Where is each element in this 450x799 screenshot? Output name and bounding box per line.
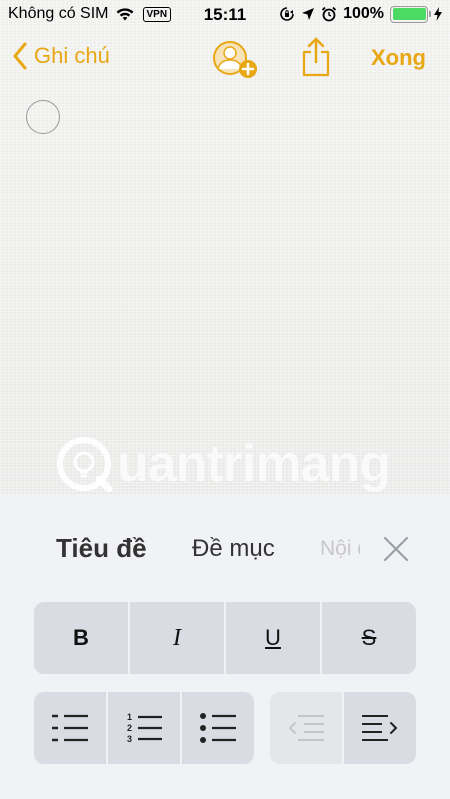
strikethrough-button[interactable]: S bbox=[322, 602, 416, 674]
battery-icon bbox=[390, 5, 431, 23]
strikethrough-label: S bbox=[361, 625, 377, 650]
text-style-row: Tiêu đề Đề mục Nội dung bbox=[0, 525, 450, 573]
share-button[interactable] bbox=[300, 36, 332, 78]
style-body-option[interactable]: Nội dung bbox=[320, 537, 360, 561]
share-icon bbox=[302, 37, 330, 77]
increase-indent-icon bbox=[362, 715, 398, 741]
watermark: uantrimang bbox=[55, 434, 391, 494]
bold-button[interactable]: B bbox=[34, 602, 128, 674]
vpn-badge: VPN bbox=[142, 6, 172, 22]
alarm-icon bbox=[321, 6, 337, 22]
underline-label: U bbox=[265, 625, 281, 650]
battery-level bbox=[392, 8, 426, 20]
text-format-group: B I U S bbox=[34, 602, 416, 674]
navigation-bar: Ghi chú Xong bbox=[0, 32, 450, 88]
format-panel: Tiêu đề Đề mục Nội dung B I U S bbox=[0, 495, 450, 799]
list-number-1: 1 bbox=[127, 712, 132, 722]
chevron-left-icon bbox=[13, 42, 27, 70]
indent-group bbox=[270, 692, 416, 764]
status-bar: Không có SIM VPN 15:11 100% bbox=[0, 0, 450, 30]
style-heading-option[interactable]: Đề mục bbox=[192, 535, 275, 563]
done-button[interactable]: Xong bbox=[371, 45, 426, 71]
bulleted-list-icon bbox=[200, 713, 236, 743]
italic-label: I bbox=[173, 624, 181, 651]
italic-button[interactable]: I bbox=[130, 602, 224, 674]
carrier-label: Không có SIM bbox=[8, 5, 109, 22]
back-label: Ghi chú bbox=[34, 43, 110, 68]
decrease-indent-icon bbox=[288, 715, 324, 741]
back-button[interactable]: Ghi chú bbox=[12, 42, 110, 70]
watermark-text: uantrimang bbox=[117, 435, 391, 493]
list-number-2: 2 bbox=[127, 723, 132, 733]
location-icon bbox=[302, 8, 315, 20]
underline-button[interactable]: U bbox=[226, 602, 320, 674]
dashed-list-button[interactable] bbox=[34, 692, 106, 764]
screen-rotation-lock-icon bbox=[280, 7, 294, 21]
close-format-button[interactable] bbox=[381, 534, 411, 564]
add-person-icon bbox=[213, 41, 257, 78]
add-people-button[interactable] bbox=[212, 38, 260, 80]
style-title-option[interactable]: Tiêu đề bbox=[56, 533, 147, 564]
numbered-list-icon: 1 2 3 bbox=[127, 712, 162, 744]
wifi-icon bbox=[116, 8, 133, 21]
decrease-indent-button[interactable] bbox=[270, 692, 342, 764]
charging-icon bbox=[434, 7, 442, 21]
bulleted-list-button[interactable] bbox=[182, 692, 254, 764]
list-number-3: 3 bbox=[127, 734, 132, 744]
close-icon bbox=[383, 536, 409, 562]
battery-percent: 100% bbox=[343, 5, 384, 22]
increase-indent-button[interactable] bbox=[344, 692, 416, 764]
numbered-list-button[interactable]: 1 2 3 bbox=[108, 692, 180, 764]
watermark-logo-icon bbox=[57, 437, 113, 493]
checklist-checkbox[interactable] bbox=[26, 100, 60, 134]
dashed-list-icon bbox=[52, 714, 88, 742]
list-format-group: 1 2 3 bbox=[34, 692, 254, 764]
bold-label: B bbox=[73, 625, 89, 650]
